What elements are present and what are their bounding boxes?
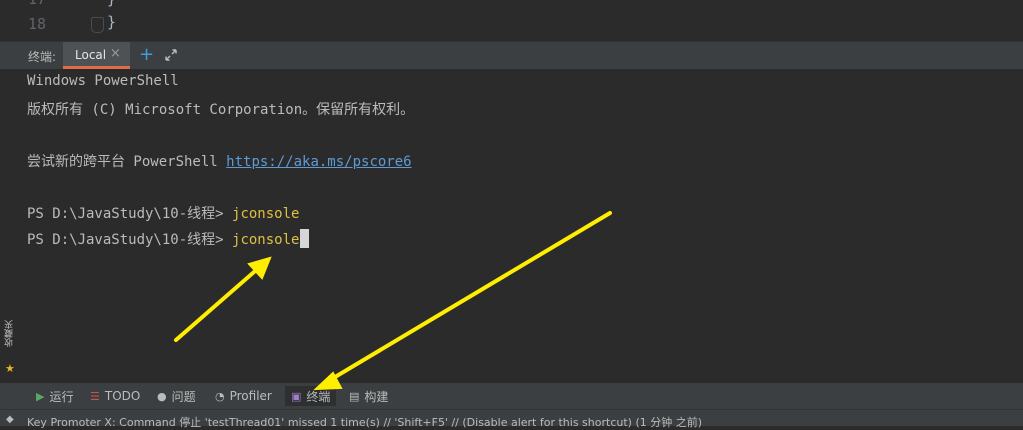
tool-label: 构建 [364,389,389,404]
tool-build[interactable]: ▤ 构建 [349,386,388,406]
command-text: jconsole [232,206,300,222]
fold-icon[interactable] [91,17,104,33]
tool-label: 终端 [306,389,331,404]
status-message[interactable]: Key Promoter X: Command 停止 'testThread01… [27,414,702,430]
tool-label: 运行 [49,389,74,404]
key-promoter-icon: ◆ [6,414,14,425]
new-tab-plus-icon[interactable]: + [139,44,154,65]
tool-label: 问题 [171,389,196,404]
profiler-icon: ◔ [215,389,225,403]
todo-icon: ☰ [90,389,100,403]
tool-todo[interactable]: ☰ TODO [90,386,140,406]
terminal-panel-title: 终端: [28,50,57,64]
terminal-line: PS D:\JavaStudy\10-线程> jconsole [27,229,310,249]
tool-problems[interactable]: ● 问题 [157,386,196,406]
code-line: } [107,13,117,31]
tool-profiler[interactable]: ◔ Profiler [215,386,272,406]
close-icon[interactable]: × [110,46,121,61]
terminal-icon: ▣ [291,389,302,403]
prompt: PS D:\JavaStudy\10-线程> [27,206,233,222]
code-line: } [107,0,116,8]
favorites-strip[interactable]: 收藏夹 ★ [2,320,18,380]
pscore-link[interactable]: https://aka.ms/pscore6 [226,154,411,170]
line-number: 17 [28,0,46,8]
run-icon: ▶ [36,389,45,403]
terminal-line: 版权所有 (C) Microsoft Corporation。保留所有权利。 [27,102,415,118]
star-icon: ★ [5,362,15,375]
build-icon: ▤ [349,389,360,403]
tool-window-bar: ▶ 运行 ☰ TODO ● 问题 ◔ Profiler ▣ 终端 ▤ 构建 [0,383,1023,409]
tool-label: TODO [104,389,141,403]
prompt: PS D:\JavaStudy\10-线程> [27,232,233,248]
terminal-line: 尝试新的跨平台 PowerShell https://aka.ms/pscore… [27,151,412,171]
terminal-text: 尝试新的跨平台 PowerShell [27,154,227,170]
terminal-line: Windows PowerShell [27,73,179,89]
problems-icon: ● [157,389,167,403]
tool-run[interactable]: ▶ 运行 [36,386,73,406]
text-cursor [300,229,310,248]
terminal-tab-bar: 终端: Local × + [0,41,1023,69]
favorites-label: 收藏夹 [5,320,15,347]
tab-local[interactable]: Local × [63,42,130,69]
status-bar: ◆ Key Promoter X: Command 停止 'testThread… [0,409,1023,429]
tool-label: Profiler [229,389,272,403]
terminal-output[interactable]: Windows PowerShell 版权所有 (C) Microsoft Co… [0,69,1023,383]
command-text: jconsole [232,232,300,248]
terminal-line: PS D:\JavaStudy\10-线程> jconsole [27,203,299,223]
maximize-icon[interactable] [163,47,179,63]
tool-terminal[interactable]: ▣ 终端 [285,386,337,406]
tab-label: Local [75,48,107,62]
line-number: 18 [28,15,47,33]
editor-area: 17 } 18 } [0,0,1023,41]
